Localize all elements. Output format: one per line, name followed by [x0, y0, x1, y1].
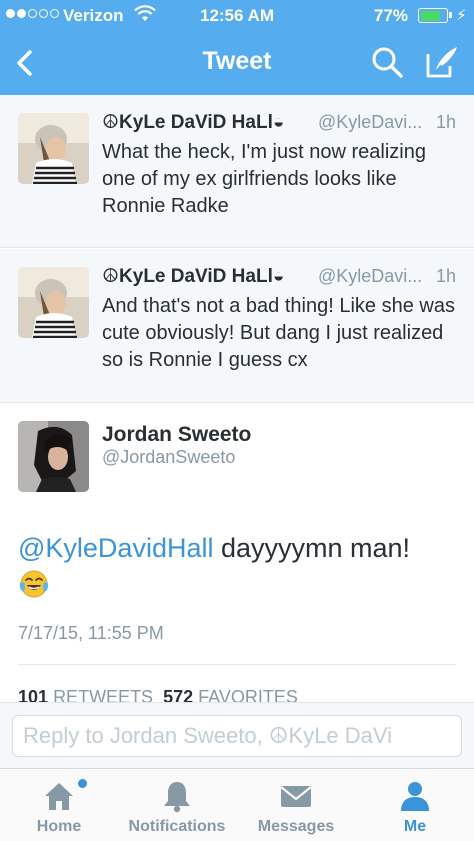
avatar[interactable] — [18, 113, 89, 184]
charging-icon: ⚡ — [456, 7, 467, 24]
author-handle: @KyleDavi... — [318, 112, 423, 132]
tab-notifications[interactable]: Notifications — [118, 769, 236, 841]
tweet-time: 1h — [435, 266, 456, 286]
author-name[interactable]: ☮KyLe DaViD HaLl◒ — [102, 266, 284, 287]
reply-bar — [0, 702, 474, 768]
tab-bar: Home Notifications Messages Me — [0, 768, 474, 841]
tweet-text: And that's not a bad thing! Like she was… — [102, 295, 455, 371]
tweet-header: ☮KyLe DaViD HaLl◒ @KyleDavi... 1h — [102, 111, 460, 137]
tab-label: Me — [403, 818, 427, 835]
home-icon — [45, 783, 73, 810]
battery-percent: 77% — [374, 6, 409, 25]
tweet-text: What the heck, I'm just now realizing on… — [102, 141, 426, 217]
context-tweet[interactable]: ☮KyLe DaViD HaLl◒ @KyleDavi... 1h And th… — [0, 249, 474, 403]
tweet-time: 1h — [435, 112, 456, 132]
tweet-header: ☮KyLe DaViD HaLl◒ @KyleDavi... 1h — [102, 265, 460, 291]
tweet-timestamp: 7/17/15, 11:55 PM — [18, 623, 164, 643]
author-name[interactable]: ☮KyLe DaViD HaLl◒ — [102, 112, 284, 133]
unread-dot — [78, 779, 87, 788]
divider — [18, 664, 456, 665]
main-author-handle: @JordanSweeto — [102, 447, 236, 467]
tab-label: Messages — [257, 818, 335, 835]
tab-label: Notifications — [128, 818, 226, 835]
compose-icon[interactable] — [424, 44, 460, 80]
context-tweet[interactable]: ☮KyLe DaViD HaLl◒ @KyleDavi... 1h What t… — [0, 95, 474, 248]
envelope-icon — [280, 786, 312, 807]
top-bar: Verizon 12:56 AM 77% ⚡ Tweet — [0, 0, 474, 95]
search-icon[interactable] — [370, 45, 404, 79]
main-tweet-text: @KyleDavidHall dayyyymn man! — [18, 530, 458, 566]
reply-input[interactable] — [12, 715, 462, 757]
tab-me[interactable]: Me — [356, 769, 474, 841]
author-handle: @KyleDavi... — [318, 266, 423, 286]
bell-icon — [164, 782, 190, 813]
status-bar: Verizon 12:56 AM 77% ⚡ — [0, 0, 474, 32]
main-tweet-body: dayyyymn man! — [213, 533, 411, 563]
tears-of-joy-emoji-icon — [19, 570, 49, 598]
tab-label: Home — [36, 818, 82, 835]
avatar[interactable] — [18, 267, 89, 338]
mention-link[interactable]: @KyleDavidHall — [18, 533, 213, 563]
main-avatar[interactable] — [18, 421, 89, 492]
main-author-name[interactable]: Jordan Sweeto — [102, 423, 251, 447]
battery-icon — [418, 8, 452, 23]
tab-messages[interactable]: Messages — [237, 769, 355, 841]
person-icon — [401, 782, 429, 811]
tab-home[interactable]: Home — [0, 769, 118, 841]
